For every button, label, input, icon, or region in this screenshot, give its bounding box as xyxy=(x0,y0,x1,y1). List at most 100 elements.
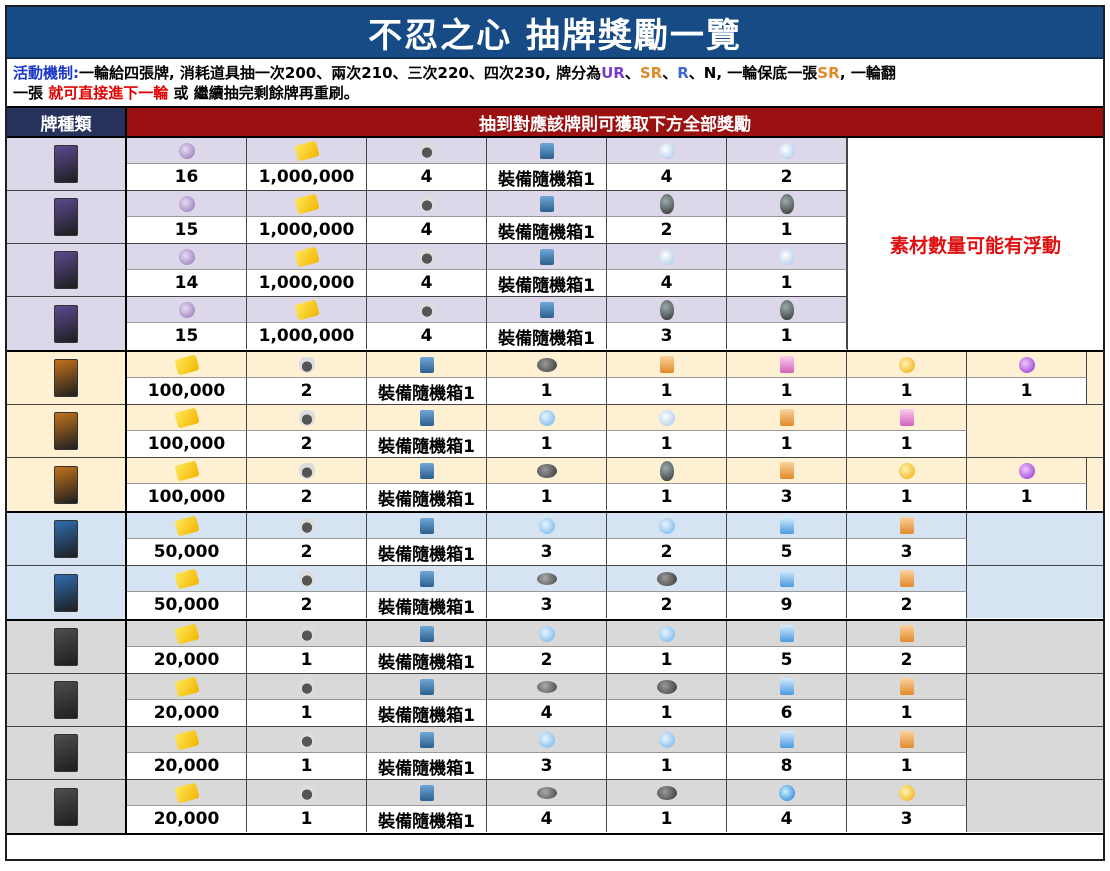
value-cell: 1,000,000 xyxy=(247,270,367,296)
icon-cell xyxy=(727,621,847,647)
drop-icon xyxy=(538,409,555,426)
value-cell: 16 xyxy=(127,164,247,190)
icon-cell xyxy=(847,566,967,592)
value-cell: 1 xyxy=(847,431,967,457)
value-cell: 2 xyxy=(607,217,727,243)
value-cell: 2 xyxy=(847,647,967,673)
drop-icon xyxy=(538,731,555,748)
value-cell: 裝備隨機箱1 xyxy=(367,431,487,457)
icon-cell xyxy=(127,566,247,592)
icon-row xyxy=(127,566,1103,592)
box-icon xyxy=(539,301,554,318)
tier-group-n: 20,000 1 裝備隨機箱1 2 1 5 2 20,000 1 裝備隨機箱1 4 1 6 1 20,000… xyxy=(7,621,1103,835)
value-cell: 1 xyxy=(607,700,727,726)
value-row: 20,000 1 裝備隨機箱1 4 1 6 1 xyxy=(127,700,1103,726)
value-cell: 1 xyxy=(967,378,1087,404)
value-cell: 1 xyxy=(247,700,367,726)
icon-cell xyxy=(127,191,247,217)
reward-rows: 20,000 1 裝備隨機箱1 2 1 5 2 20,000 1 裝備隨機箱1 4 1 6 1 20,000… xyxy=(127,621,1103,833)
empty-cell xyxy=(967,674,1103,700)
value-cell: 1 xyxy=(607,431,727,457)
pnote-icon xyxy=(899,409,914,426)
value-cell: 1 xyxy=(967,484,1087,510)
empty-cell xyxy=(967,780,1103,806)
crystal-icon xyxy=(658,409,675,426)
card-cell xyxy=(7,244,125,297)
card-cell xyxy=(7,458,125,511)
crystal-icon xyxy=(658,142,675,159)
bnote-icon xyxy=(779,731,794,748)
icon-cell xyxy=(607,674,727,700)
icon-cell xyxy=(487,352,607,378)
icon-cell xyxy=(727,674,847,700)
value-cell: 3 xyxy=(847,539,967,565)
reward-pair: 20,000 1 裝備隨機箱1 3 1 8 1 xyxy=(127,727,1103,780)
value-cell: 2 xyxy=(607,592,727,618)
icon-cell xyxy=(607,458,727,484)
purple-icon xyxy=(1018,356,1035,373)
icon-cell xyxy=(127,297,247,323)
drop-icon xyxy=(658,625,675,642)
card-cell xyxy=(7,352,125,405)
bnote-icon xyxy=(779,570,794,587)
fish-icon xyxy=(536,463,557,478)
value-cell: 1 xyxy=(727,217,847,243)
icon-row xyxy=(127,621,1103,647)
note-icon xyxy=(779,409,794,426)
value-cell: 1,000,000 xyxy=(247,217,367,243)
icon-cell xyxy=(487,138,607,164)
empty-cell xyxy=(967,539,1103,565)
fish-icon xyxy=(656,679,677,694)
box-icon xyxy=(419,409,434,426)
icon-cell xyxy=(367,352,487,378)
ore-icon xyxy=(536,786,557,799)
money-icon xyxy=(173,459,200,482)
value-row: 50,000 2 裝備隨機箱1 3 2 5 3 xyxy=(127,539,1103,565)
rarity-r: R xyxy=(677,64,689,82)
empty-cell xyxy=(967,592,1103,618)
value-cell: 2 xyxy=(247,592,367,618)
value-cell: 1 xyxy=(847,378,967,404)
value-row: 100,000 2 裝備隨機箱1 1 1 1 1 1 xyxy=(127,378,1103,404)
value-cell: 2 xyxy=(487,647,607,673)
card-column xyxy=(7,621,127,833)
value-cell: 3 xyxy=(487,592,607,618)
card-thumbnail xyxy=(54,520,78,558)
value-row: 20,000 1 裝備隨機箱1 2 1 5 2 xyxy=(127,647,1103,673)
empty-cell xyxy=(1087,484,1103,510)
value-cell: 裝備隨機箱1 xyxy=(367,806,487,832)
empty-cell xyxy=(967,700,1103,726)
icon-cell xyxy=(247,138,367,164)
icon-cell xyxy=(607,780,727,806)
coffee-icon xyxy=(298,517,315,534)
note-icon xyxy=(899,625,914,642)
card-column xyxy=(7,138,127,350)
empty-cell xyxy=(967,431,1103,457)
value-cell: 4 xyxy=(367,270,487,296)
separator: 、 xyxy=(662,64,678,82)
value-cell: 2 xyxy=(247,484,367,510)
value-cell: 15 xyxy=(127,323,247,349)
table-header: 牌種類 抽到對應該牌則可獲取下方全部獎勵 xyxy=(7,106,1103,138)
coffee-icon xyxy=(298,678,315,695)
page-title: 不忍之心 抽牌獎勵一覽 xyxy=(7,7,1103,59)
icon-cell xyxy=(487,727,607,753)
value-cell: 1 xyxy=(727,378,847,404)
icon-row xyxy=(127,674,1103,700)
card-cell xyxy=(7,674,125,727)
icon-cell xyxy=(367,566,487,592)
icon-cell xyxy=(727,191,847,217)
card-cell xyxy=(7,621,125,674)
icon-cell xyxy=(727,566,847,592)
icon-cell xyxy=(847,727,967,753)
icon-cell xyxy=(727,297,847,323)
money-icon xyxy=(173,622,200,645)
value-cell: 4 xyxy=(487,806,607,832)
card-cell xyxy=(7,191,125,244)
icon-cell xyxy=(847,780,967,806)
icon-cell xyxy=(367,513,487,539)
pnote-icon xyxy=(779,356,794,373)
reward-sheet: 不忍之心 抽牌獎勵一覽 活動機制:一輪給四張牌, 消耗道具抽一次200、兩次21… xyxy=(5,5,1105,861)
rarity-ur: UR xyxy=(601,64,625,82)
icon-cell xyxy=(607,191,727,217)
